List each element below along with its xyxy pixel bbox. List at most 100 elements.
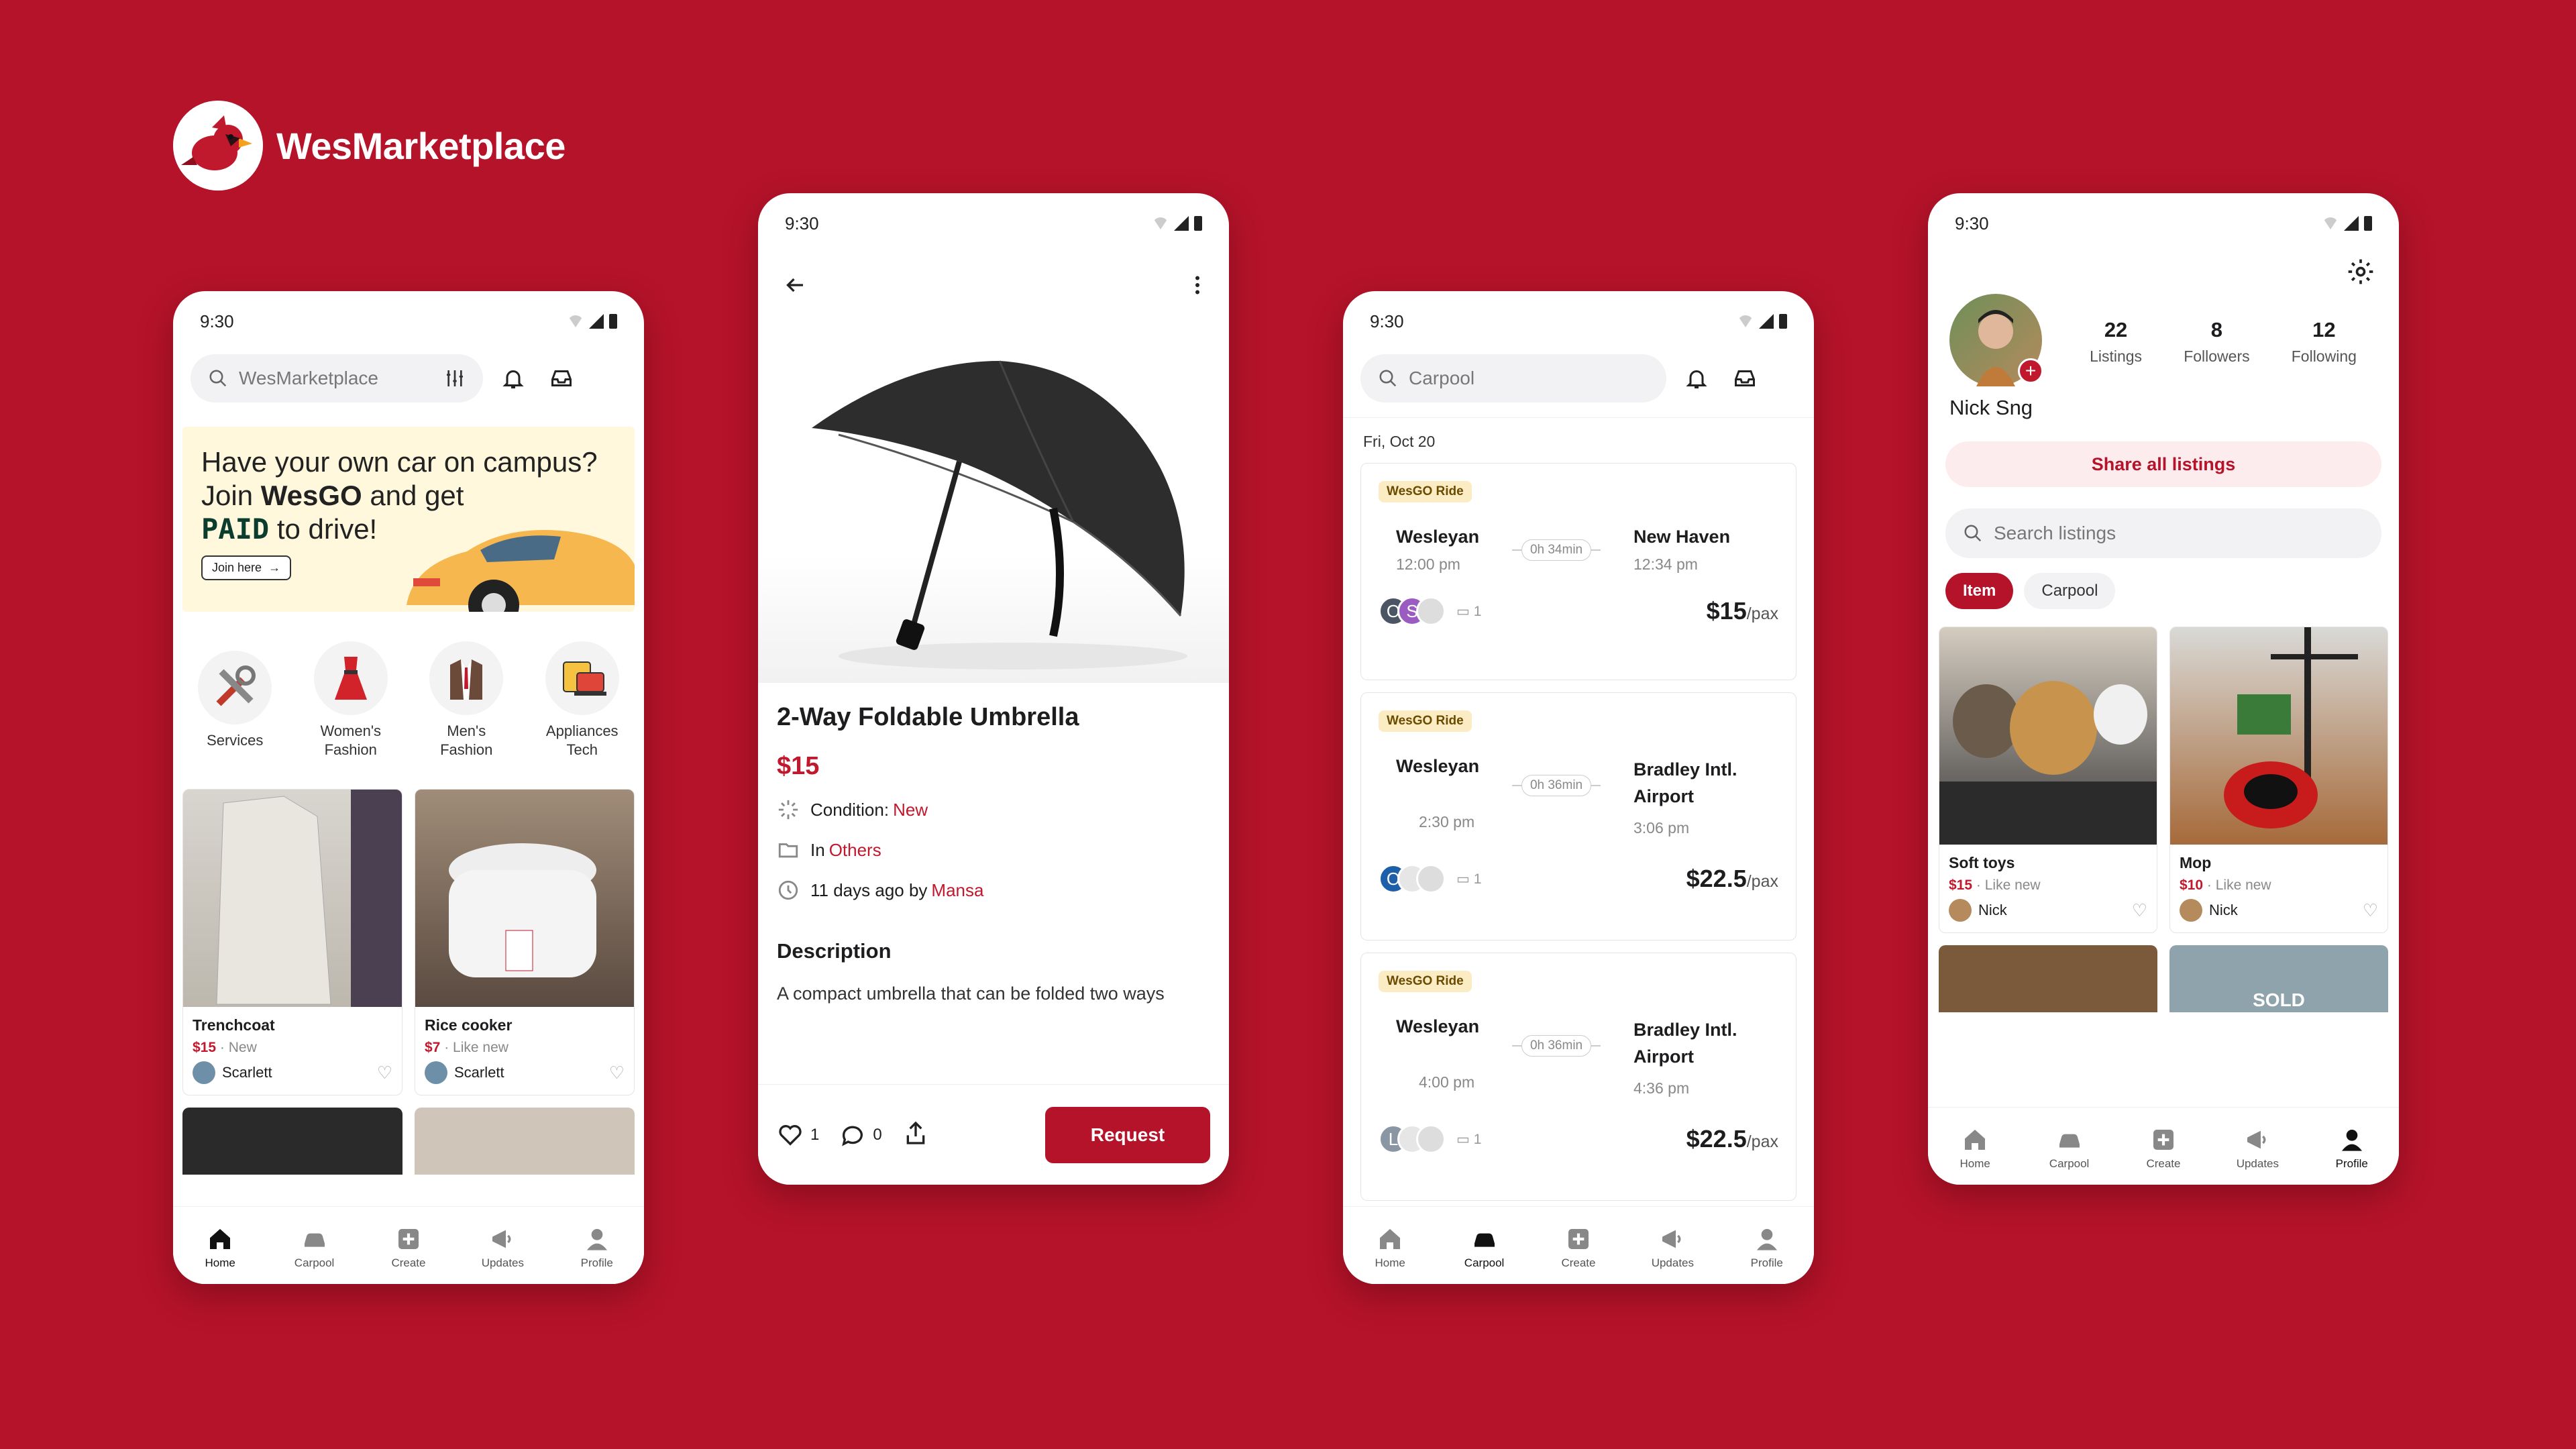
- listing-photo-partial[interactable]: [415, 1108, 635, 1175]
- like-count: 1: [810, 1125, 820, 1144]
- carpool-search-input[interactable]: Carpool: [1360, 354, 1666, 402]
- stat-following[interactable]: 12 Following: [2292, 318, 2357, 366]
- notification-bell-icon[interactable]: [1678, 360, 1715, 396]
- category-link[interactable]: Others: [829, 840, 881, 861]
- listing-price: $7: [425, 1040, 441, 1055]
- tab-home[interactable]: Home: [1353, 1226, 1427, 1270]
- ride-destination: Bradley Intl.: [1633, 759, 1737, 780]
- seller-avatar: [1949, 899, 1972, 922]
- share-icon[interactable]: [902, 1120, 929, 1150]
- profile-search-input[interactable]: Search listings: [1945, 508, 2381, 558]
- tab-home[interactable]: Home: [1938, 1126, 2012, 1171]
- tab-label: Carpool: [1464, 1256, 1505, 1269]
- tab-carpool[interactable]: Carpool: [2033, 1126, 2106, 1171]
- listing-card[interactable]: Rice cooker $7 · Like new Scarlett ♡: [415, 789, 635, 1095]
- signal-icon: [1759, 314, 1774, 329]
- tab-label: Home: [1375, 1256, 1405, 1269]
- home-search-input[interactable]: WesMarketplace: [191, 354, 483, 402]
- tab-carpool[interactable]: Carpool: [1448, 1226, 1521, 1270]
- tab-home[interactable]: Home: [183, 1226, 257, 1270]
- listing-card[interactable]: Mop $10 · Like new Nick ♡: [2169, 627, 2388, 933]
- tab-label: Updates: [1651, 1256, 1695, 1269]
- signal-icon: [1174, 216, 1189, 231]
- like-button[interactable]: 1: [777, 1122, 819, 1148]
- tab-carpool[interactable]: Carpool: [278, 1226, 352, 1270]
- status-time: 9:30: [785, 213, 819, 233]
- add-photo-icon[interactable]: +: [2018, 358, 2043, 384]
- listing-card[interactable]: Soft toys $15 · Like new Nick ♡: [1939, 627, 2157, 933]
- tab-label: Profile: [580, 1256, 613, 1269]
- seller-avatar: [193, 1061, 215, 1084]
- wesgo-promo-banner[interactable]: Have your own car on campus? Join WesGO …: [182, 427, 635, 612]
- person-icon: [586, 1228, 607, 1250]
- filter-carpool-chip[interactable]: Carpool: [2024, 573, 2116, 609]
- tab-label: Profile: [2335, 1157, 2368, 1170]
- ride-card[interactable]: WesGO Ride Wesleyan 2:30 pm 0h 36min Brad…: [1360, 692, 1796, 941]
- tab-create[interactable]: Create: [2127, 1126, 2200, 1171]
- category-womens-fashion[interactable]: Women's Fashion: [297, 641, 405, 759]
- ride-duration: 0h 34min: [1521, 539, 1592, 561]
- arrow-right-icon: →: [268, 561, 281, 574]
- tab-updates[interactable]: Updates: [2220, 1126, 2294, 1171]
- tab-label: Create: [391, 1256, 426, 1269]
- status-time: 9:30: [200, 311, 234, 331]
- ride-price: $22.5: [1686, 865, 1747, 892]
- category-label: Appliances: [545, 722, 619, 739]
- tab-updates[interactable]: Updates: [466, 1226, 539, 1270]
- back-arrow-icon[interactable]: [777, 267, 813, 303]
- sold-listing-photo[interactable]: SOLD: [2169, 945, 2388, 1012]
- filter-item-chip[interactable]: Item: [1945, 573, 2014, 609]
- stat-followers[interactable]: 8 Followers: [2184, 318, 2249, 366]
- share-all-listings-button[interactable]: Share all listings: [1945, 441, 2381, 487]
- seat-count-value: 1: [1473, 1131, 1482, 1147]
- ride-card[interactable]: WesGO Ride Wesleyan 4:00 pm 0h 36min Brad…: [1360, 953, 1796, 1201]
- listing-photo-partial[interactable]: [182, 1108, 402, 1175]
- listing-card[interactable]: Trenchcoat $15 · New Scarlett ♡: [182, 789, 402, 1095]
- heart-icon[interactable]: ♡: [2132, 900, 2147, 921]
- tab-create[interactable]: Create: [372, 1226, 445, 1270]
- more-vertical-icon[interactable]: [1179, 267, 1216, 303]
- ride-depart-time: 2:30 pm: [1419, 813, 1475, 830]
- clock-icon: [778, 880, 798, 900]
- ride-depart-time: 12:00 pm: [1396, 555, 1460, 573]
- ride-card[interactable]: WesGO Ride Wesleyan 12:00 pm 0h 34min New…: [1360, 463, 1796, 680]
- heart-icon[interactable]: ♡: [2363, 900, 2378, 921]
- settings-gear-icon[interactable]: [2343, 254, 2379, 290]
- filter-sliders-icon[interactable]: [444, 368, 466, 389]
- category-label: Men's: [447, 722, 486, 739]
- ride-destination: New Haven: [1633, 527, 1731, 547]
- ride-badge: WesGO Ride: [1379, 971, 1472, 992]
- tab-profile[interactable]: Profile: [2315, 1126, 2389, 1171]
- notification-bell-icon[interactable]: [495, 360, 531, 396]
- status-icons: [1737, 314, 1787, 329]
- comment-button[interactable]: 0: [839, 1122, 882, 1148]
- heart-icon[interactable]: ♡: [377, 1063, 392, 1083]
- join-here-button[interactable]: Join here →: [201, 555, 292, 580]
- tab-profile[interactable]: Profile: [1730, 1226, 1804, 1270]
- tab-updates[interactable]: Updates: [1635, 1226, 1709, 1270]
- product-title: 2-Way Foldable Umbrella: [777, 703, 1079, 731]
- category-services[interactable]: Services: [181, 651, 288, 750]
- posted-label: 11 days ago by: [810, 879, 928, 900]
- profile-avatar[interactable]: +: [1949, 294, 2043, 386]
- heart-icon[interactable]: ♡: [609, 1063, 625, 1083]
- category-mens-fashion[interactable]: Men's Fashion: [413, 641, 520, 759]
- plus-square-icon: [2153, 1129, 2174, 1150]
- category-appliances-tech[interactable]: Appliances Tech: [529, 641, 636, 759]
- tab-label: Updates: [2236, 1157, 2279, 1170]
- bottom-tab-bar: Home Carpool Create Updates Profile: [1928, 1107, 2399, 1185]
- tab-create[interactable]: Create: [1542, 1226, 1615, 1270]
- search-icon: [209, 370, 227, 387]
- inbox-icon[interactable]: [543, 360, 580, 396]
- inbox-icon[interactable]: [1727, 360, 1763, 396]
- stat-listings[interactable]: 22 Listings: [2090, 318, 2142, 366]
- cardinal-logo-icon: [173, 101, 263, 191]
- status-time: 9:30: [1955, 213, 1989, 233]
- seat-count: ▭ 1: [1456, 603, 1482, 619]
- brand-name: WesMarketplace: [276, 124, 566, 167]
- request-button[interactable]: Request: [1045, 1106, 1210, 1163]
- seller-link[interactable]: Mansa: [931, 880, 983, 901]
- listing-photo-partial[interactable]: [1939, 945, 2157, 1012]
- tab-profile[interactable]: Profile: [560, 1226, 634, 1270]
- person-icon: [1756, 1228, 1777, 1250]
